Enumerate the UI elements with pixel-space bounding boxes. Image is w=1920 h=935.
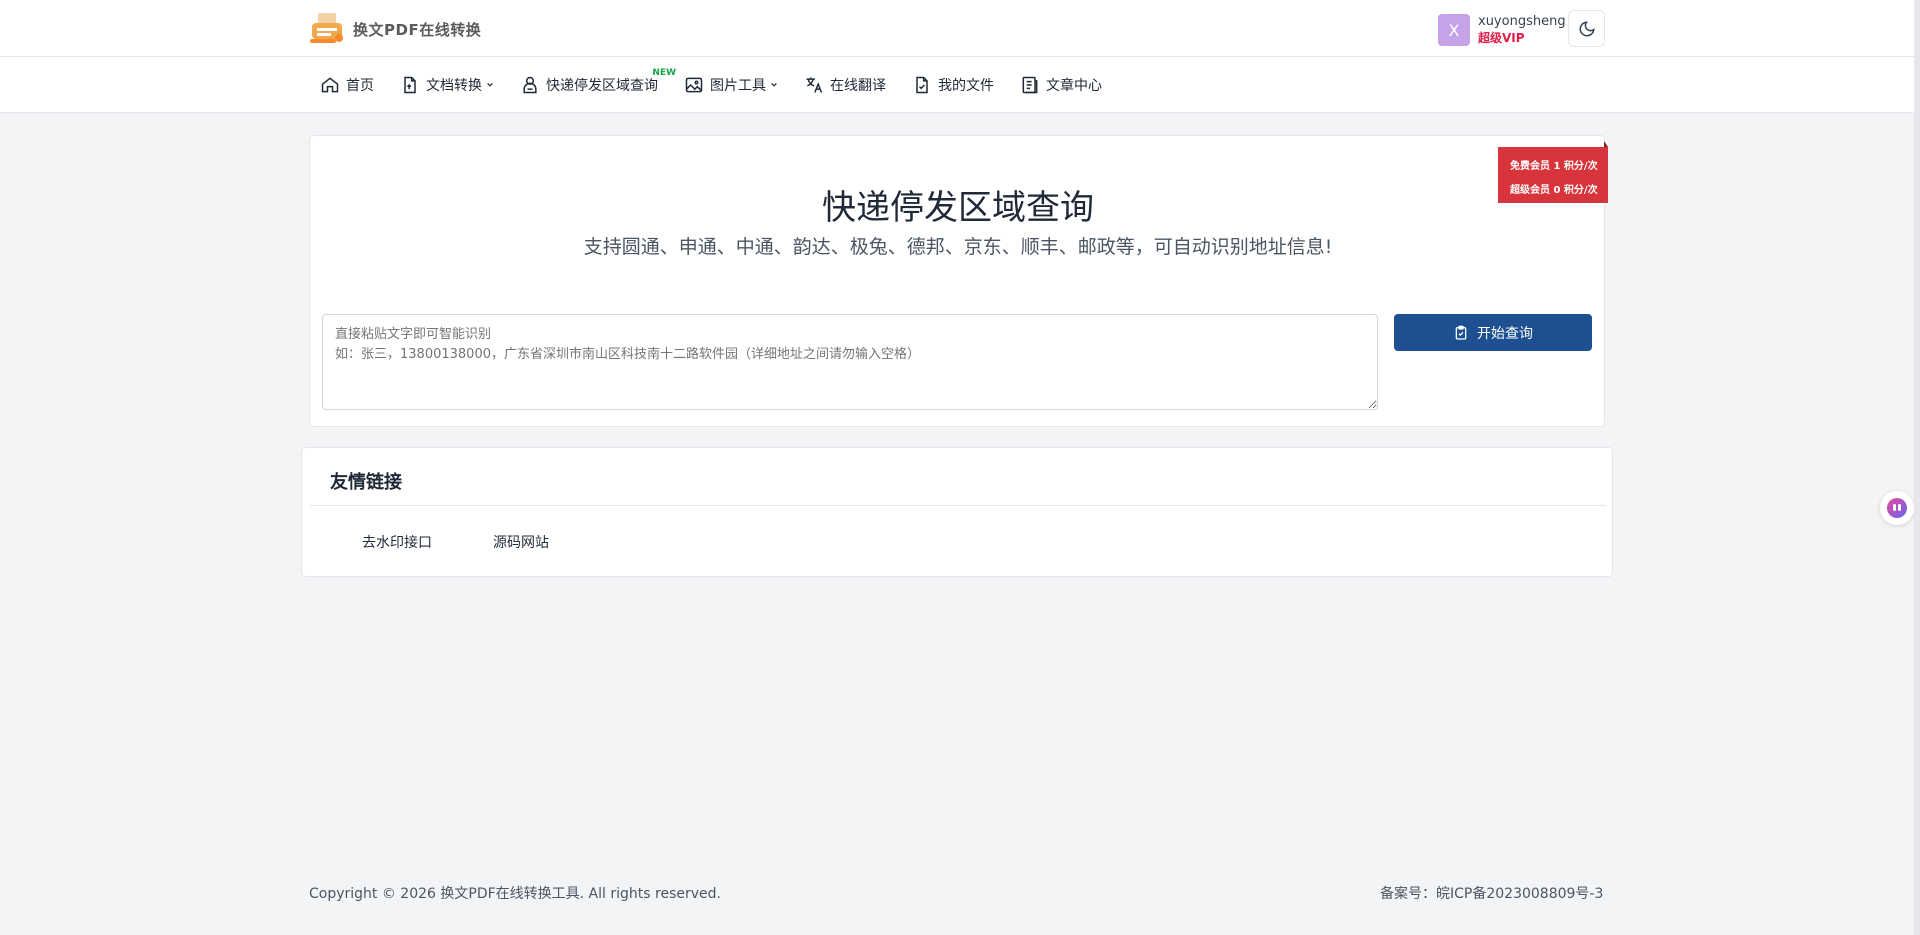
assistant-icon — [1887, 498, 1907, 518]
nav-item-document-convert[interactable]: 文档转换 — [400, 57, 494, 113]
avatar[interactable]: X — [1438, 14, 1470, 46]
home-icon — [321, 77, 339, 93]
nav-item-label: 在线翻译 — [830, 78, 886, 94]
translate-icon — [806, 77, 823, 93]
friend-links-card: 友情链接 去水印接口 源码网站 — [301, 447, 1613, 577]
start-query-label: 开始查询 — [1477, 324, 1533, 341]
image-icon — [685, 77, 703, 93]
price-tag: 免费会员 1 积分/次 超级会员 0 积分/次 — [1498, 141, 1608, 203]
theme-toggle-button[interactable] — [1568, 10, 1605, 47]
nav-item-express-query[interactable]: 快递停发区域查询 NEW — [520, 57, 676, 113]
friend-links-title: 友情链接 — [330, 472, 402, 493]
nav-item-label: 文档转换 — [426, 78, 482, 94]
document-convert-icon — [404, 76, 416, 94]
page-title: 快递停发区域查询 — [822, 188, 1094, 228]
nav-item-label: 图片工具 — [710, 78, 766, 94]
file-check-icon — [916, 76, 928, 94]
nav-item-my-files[interactable]: 我的文件 — [912, 57, 994, 113]
nav-item-label: 首页 — [346, 78, 374, 94]
price-vip: 超级会员 0 积分/次 — [1510, 185, 1598, 196]
price-free: 免费会员 1 积分/次 — [1510, 161, 1598, 172]
chevron-down-icon — [771, 82, 777, 87]
vip-level: 超级VIP — [1478, 31, 1525, 45]
start-query-button[interactable]: 开始查询 — [1394, 314, 1592, 351]
nav-item-articles[interactable]: 文章中心 — [1020, 57, 1102, 113]
new-badge: NEW — [652, 68, 676, 78]
page-subtitle: 支持圆通、申通、中通、韵达、极兔、德邦、京东、顺丰、邮政等，可自动识别地址信息! — [583, 236, 1333, 258]
nav-item-translate[interactable]: 在线翻译 — [804, 57, 886, 113]
user-menu[interactable]: X xuyongsheng 超级VIP — [1438, 14, 1566, 46]
friend-link[interactable]: 源码网站 — [493, 532, 549, 552]
brand[interactable]: 换文PDF在线转换 — [309, 11, 481, 47]
icp-record[interactable]: 备案号：皖ICP备2023008809号-3 — [1380, 883, 1603, 903]
assistant-float-button[interactable] — [1880, 491, 1914, 525]
chevron-down-icon — [487, 82, 493, 87]
scrollbar[interactable] — [1914, 0, 1920, 935]
nav-item-image-tools[interactable]: 图片工具 — [684, 57, 778, 113]
brand-name: 换文PDF在线转换 — [353, 20, 482, 39]
article-icon — [1022, 76, 1038, 94]
nav-item-label: 我的文件 — [938, 78, 994, 94]
page: 换文PDF在线转换 X xuyongsheng 超级VIP 首页 文档转换 快递… — [0, 0, 1920, 935]
moon-icon — [1579, 20, 1595, 36]
nav-item-home[interactable]: 首页 — [320, 57, 374, 113]
user-meta: xuyongsheng 超级VIP — [1478, 14, 1566, 46]
clipboard-icon — [1455, 325, 1467, 340]
user-search-icon — [523, 76, 537, 94]
main-nav: 首页 文档转换 快递停发区域查询 NEW 图片工具 在线翻译 我的文件 文章中心 — [0, 57, 1920, 113]
divider — [310, 505, 1606, 506]
brand-logo-icon — [310, 13, 343, 43]
nav-item-label: 快递停发区域查询 — [546, 78, 658, 94]
address-input[interactable] — [322, 314, 1378, 410]
top-header: 换文PDF在线转换 X xuyongsheng 超级VIP — [0, 0, 1920, 57]
express-query-card: 快递停发区域查询 支持圆通、申通、中通、韵达、极兔、德邦、京东、顺丰、邮政等，可… — [309, 135, 1605, 427]
username: xuyongsheng — [1478, 14, 1566, 29]
nav-item-label: 文章中心 — [1046, 78, 1102, 94]
friend-link[interactable]: 去水印接口 — [362, 532, 432, 552]
copyright: Copyright © 2026 换文PDF在线转换工具. All rights… — [309, 886, 721, 902]
